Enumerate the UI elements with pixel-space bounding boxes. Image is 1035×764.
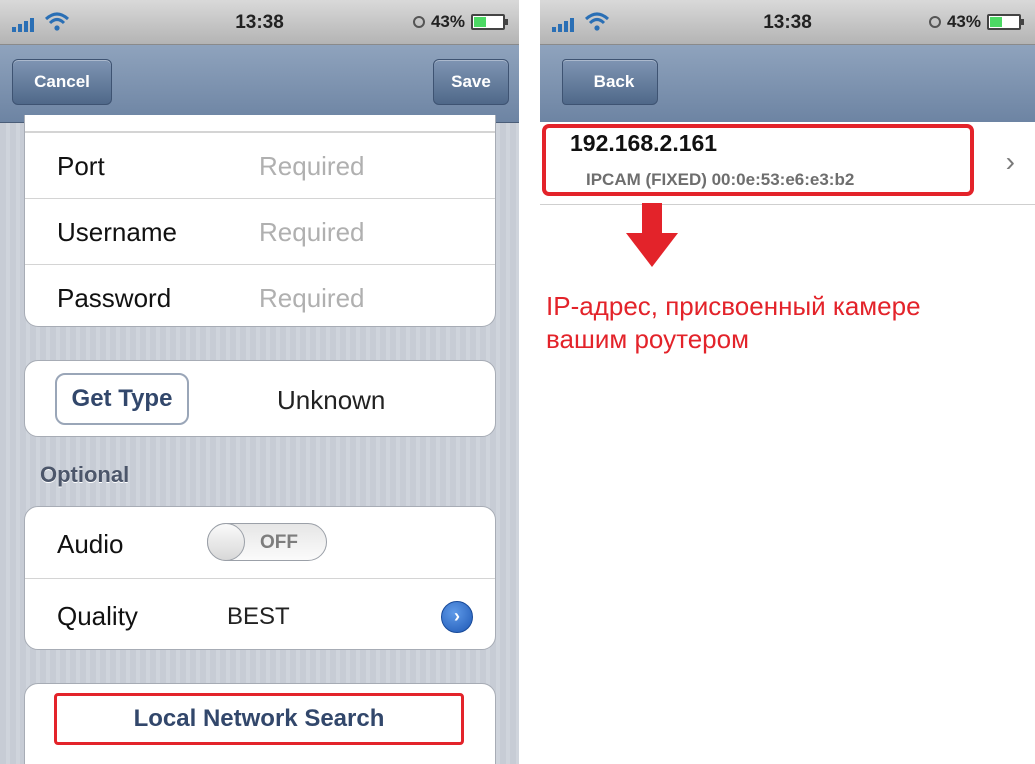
local-network-search-button[interactable]: Local Network Search: [54, 693, 464, 745]
camera-type-group: Get Type Unknown: [24, 360, 496, 437]
optional-group: Audio OFF Quality BEST ›: [24, 506, 496, 650]
get-type-button[interactable]: Get Type: [55, 373, 189, 425]
chevron-right-icon: ›: [1005, 146, 1015, 177]
credentials-group: Port Required Username Required Password…: [24, 115, 496, 327]
optional-section-header: Optional: [40, 462, 130, 487]
orientation-lock-icon: [928, 16, 941, 28]
quality-row[interactable]: Quality BEST ›: [25, 578, 495, 650]
username-input[interactable]: Required: [259, 217, 365, 248]
back-label: Back: [593, 72, 635, 91]
username-label: Username: [57, 217, 177, 247]
quality-value: BEST: [227, 603, 290, 630]
audio-state-text: OFF: [260, 532, 298, 553]
annotation-line: вашим роутером: [546, 324, 749, 354]
port-label: Port: [57, 151, 105, 181]
port-field[interactable]: Port Required: [25, 132, 495, 198]
battery-icon: [471, 14, 508, 30]
save-button[interactable]: Save: [433, 59, 509, 105]
back-button[interactable]: Back: [562, 59, 658, 105]
password-label: Password: [57, 283, 172, 313]
quality-label: Quality: [57, 601, 138, 631]
nav-bar: Back: [540, 45, 1035, 123]
cancel-button[interactable]: Cancel: [12, 59, 112, 105]
toggle-knob[interactable]: [207, 523, 245, 561]
annotation-line: IP-адрес, присвоенный камере: [546, 291, 921, 321]
arrow-down-icon: [626, 203, 678, 267]
orientation-lock-icon: [412, 16, 425, 28]
right-phone-screen: 13:38 43% Back 192.168.2.161 IPCAM (FIXE…: [540, 0, 1035, 764]
audio-label: Audio: [57, 529, 124, 559]
battery-area: 43%: [412, 12, 508, 32]
camera-type-value: Unknown: [277, 385, 386, 415]
status-bar: 13:38 43%: [0, 0, 519, 45]
port-input[interactable]: Required: [259, 151, 365, 182]
battery-percent: 43%: [946, 12, 981, 31]
nav-bar: Cancel Save: [0, 45, 519, 123]
battery-percent: 43%: [430, 12, 465, 31]
device-ip: 192.168.2.161: [570, 130, 718, 156]
previous-row-edge: [25, 115, 495, 132]
device-info: IPCAM (FIXED) 00:0e:53:e6:e3:b2: [586, 170, 855, 189]
detail-disclosure-icon[interactable]: ›: [441, 601, 473, 633]
password-field[interactable]: Password Required: [25, 264, 495, 330]
username-field[interactable]: Username Required: [25, 198, 495, 264]
left-phone-screen: 13:38 43% Cancel Save Port Required User…: [0, 0, 519, 764]
password-input[interactable]: Required: [259, 283, 365, 314]
battery-area: 43%: [928, 12, 1024, 32]
battery-icon: [987, 14, 1024, 30]
annotation-text: IP-адрес, присвоенный камере вашим роуте…: [546, 290, 1026, 356]
status-bar: 13:38 43%: [540, 0, 1035, 45]
search-group: Local Network Search: [24, 683, 496, 764]
audio-toggle[interactable]: OFF: [207, 523, 327, 561]
audio-row: Audio OFF: [25, 507, 495, 578]
device-list-item[interactable]: 192.168.2.161 IPCAM (FIXED) 00:0e:53:e6:…: [540, 122, 1035, 205]
